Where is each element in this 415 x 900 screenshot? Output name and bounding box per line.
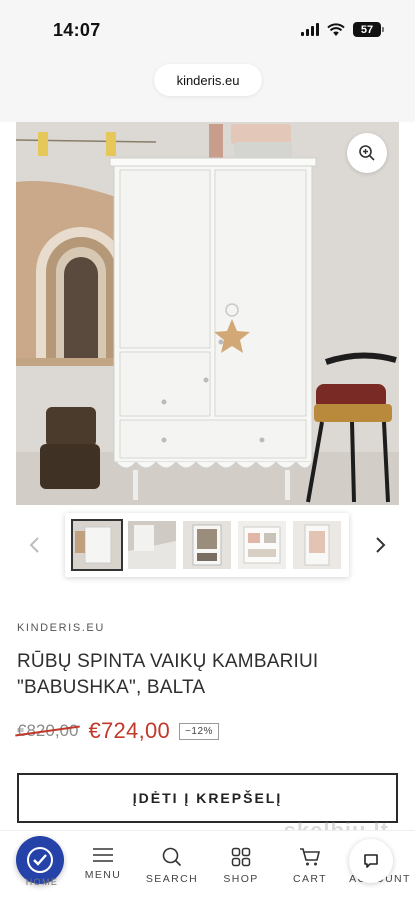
nav-menu[interactable]: MENU <box>69 847 137 881</box>
nav-search[interactable]: SEARCH <box>138 847 206 885</box>
thumbnail-1[interactable] <box>71 519 123 571</box>
url-bar[interactable]: kinderis.eu <box>154 64 262 96</box>
status-bar: 14:07 57 <box>0 0 415 60</box>
zoom-button[interactable] <box>347 133 387 173</box>
nav-shop[interactable]: SHOP <box>207 847 275 885</box>
discount-badge: −12% <box>179 722 219 740</box>
thumbnail-2[interactable] <box>128 521 176 569</box>
product-brand[interactable]: KINDERIS.EU <box>17 622 105 634</box>
carousel-next-button[interactable] <box>369 531 393 559</box>
chat-button[interactable] <box>349 839 393 883</box>
cart-icon <box>300 848 321 866</box>
hamburger-icon <box>93 848 113 862</box>
zoom-icon <box>359 145 375 161</box>
signal-icon <box>301 23 319 36</box>
wardrobe-photo <box>16 122 399 505</box>
thumbnail-3[interactable] <box>183 521 231 569</box>
nav-menu-label: MENU <box>84 869 122 881</box>
chat-icon <box>364 854 378 868</box>
search-icon <box>162 847 182 867</box>
grid-icon <box>231 847 251 867</box>
add-to-cart-button[interactable]: ĮDĖTI Į KREPŠELĮ <box>17 773 398 823</box>
nav-cart-label: CART <box>293 873 327 885</box>
wifi-icon <box>327 22 345 36</box>
price-row: €820,00 €724,00 −12% <box>17 718 219 744</box>
carousel-prev-button[interactable] <box>22 531 46 559</box>
bottom-navigation: HOME MENU SEARCH SHOP CART ACCOUNT <box>0 830 415 900</box>
thumbnail-5[interactable] <box>293 521 341 569</box>
nav-home[interactable]: HOME <box>8 877 76 887</box>
old-price: €820,00 <box>17 721 79 740</box>
status-time: 14:07 <box>53 20 101 40</box>
thumbnail-strip <box>65 513 349 577</box>
nav-shop-label: SHOP <box>223 873 259 885</box>
thumbnail-carousel <box>0 513 415 577</box>
thumbnail-4[interactable] <box>238 521 286 569</box>
status-icons: 57 <box>301 22 384 37</box>
nav-cart[interactable]: CART <box>276 847 344 885</box>
battery-indicator: 57 <box>353 22 384 37</box>
browser-bar: kinderis.eu <box>0 60 415 122</box>
nav-search-label: SEARCH <box>145 873 199 885</box>
home-logo-icon <box>27 847 53 873</box>
chevron-left-icon <box>29 537 39 553</box>
chevron-right-icon <box>376 537 386 553</box>
product-title: RŪBŲ SPINTA VAIKŲ KAMBARIUI "BABUSHKA", … <box>17 651 319 698</box>
sale-price: €724,00 <box>88 718 171 743</box>
nav-home-label: HOME <box>25 877 59 887</box>
product-main-image[interactable] <box>16 122 399 505</box>
